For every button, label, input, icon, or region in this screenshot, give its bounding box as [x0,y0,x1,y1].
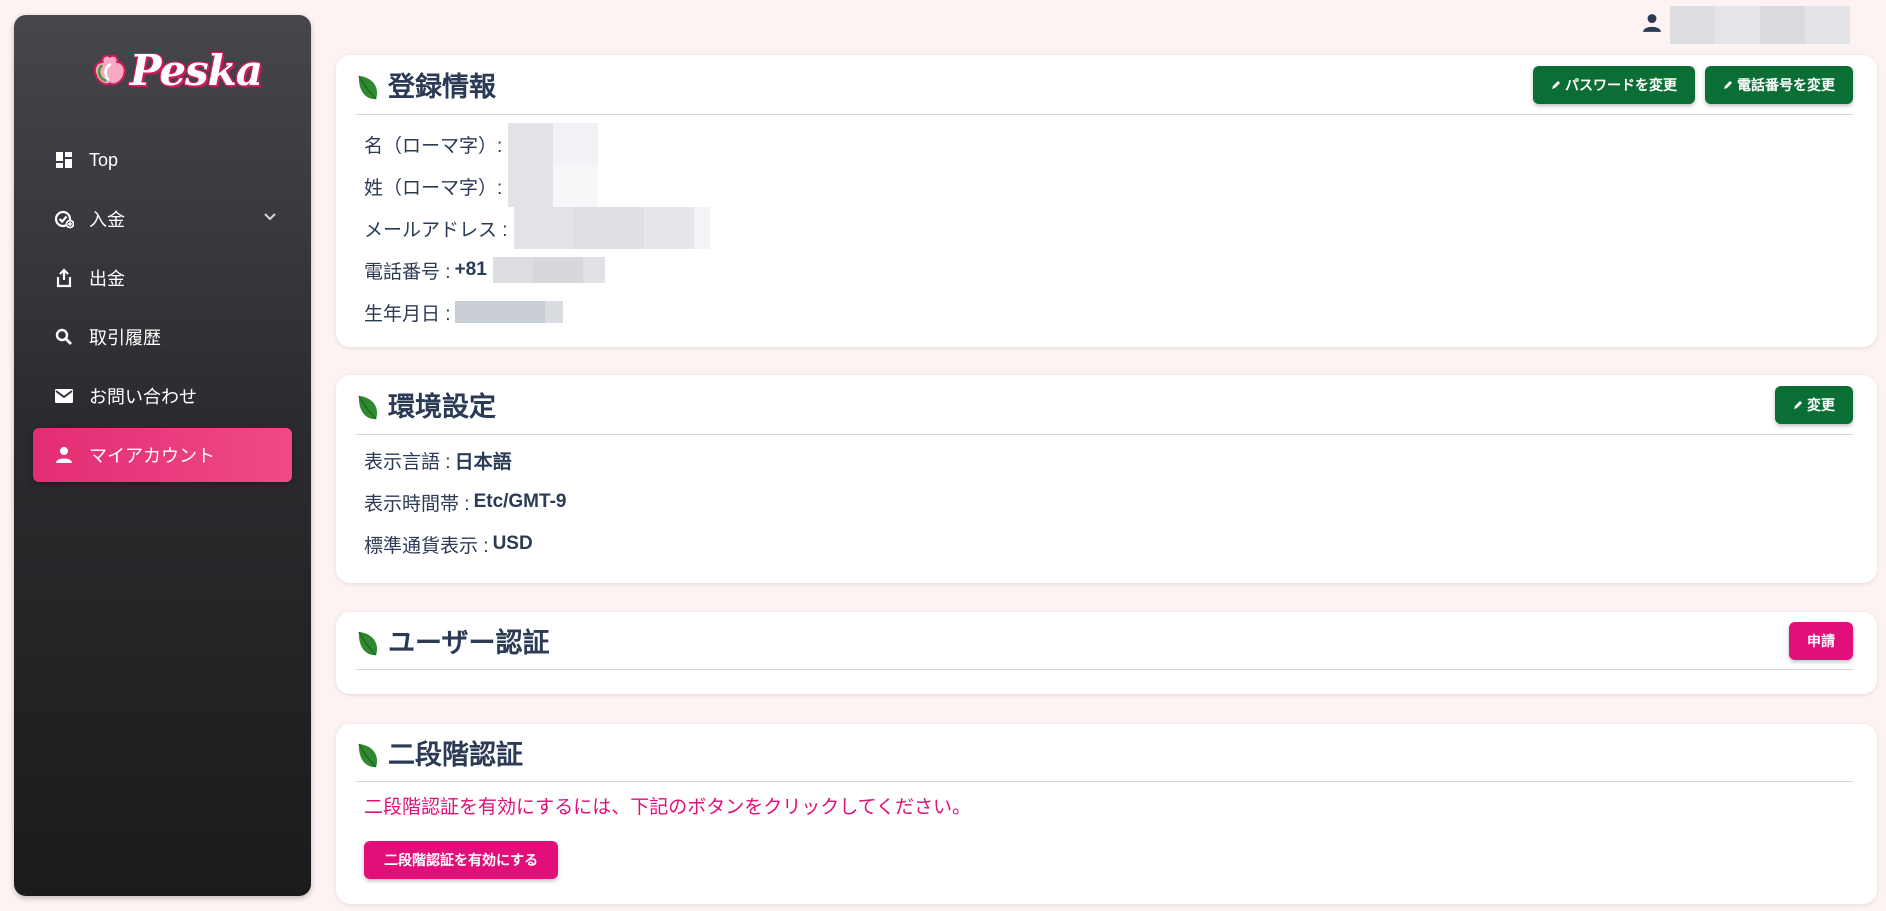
peach-logo-icon [93,54,126,86]
currency-row: 標準通貨表示 : USD [364,523,1853,565]
leaf-icon [358,631,378,656]
withdraw-icon [53,267,75,289]
user-verification-actions: 申請 [1789,621,1853,660]
button-label: 申請 [1807,632,1835,649]
leaf-icon [358,75,378,100]
user-verification-card: ユーザー認証 申請 [336,612,1877,694]
sidebar-item-label: お問い合わせ [89,387,197,407]
two-factor-message: 二段階認証を有効にするには、下記のボタンをクリックしてください。 [364,797,972,818]
sidebar-item-history[interactable]: 取引履歴 [33,310,292,364]
phone-prefix: +81 [454,259,487,280]
redacted-last-name [508,165,599,207]
field-label: 電話番号 : [364,261,451,283]
sidebar-item-label: Top [89,149,119,170]
user-icon [53,444,75,466]
two-factor-card: 二段階認証 二段階認証を有効にするには、下記のボタンをクリックしてください。 二… [336,724,1877,904]
last-name-row: 姓（ローマ字）: [364,165,1853,207]
card-title: ユーザー認証 [388,628,550,658]
language-value: 日本語 [454,451,512,473]
sidebar-item-label: マイアカウント [89,446,215,466]
sidebar-item-label: 取引履歴 [89,328,161,348]
field-label: 表示言語 : [364,451,451,473]
pencil-icon [1551,77,1561,93]
sidebar: Peska Top 入金 出金 取引履歴 お問い合わせ マイアカウント [14,15,311,896]
sidebar-item-deposit[interactable]: 入金 [33,192,292,246]
registration-card: 登録情報 パスワードを変更 電話番号を変更 名（ローマ字）: 姓（ローマ字）: … [336,55,1877,347]
registration-actions: パスワードを変更 電話番号を変更 [1533,65,1853,104]
user-menu[interactable] [1642,6,1850,44]
environment-actions: 変更 [1775,385,1853,424]
sidebar-item-label: 入金 [89,210,125,230]
field-label: 名（ローマ字）: [364,135,503,157]
registration-header: 登録情報 パスワードを変更 電話番号を変更 [356,55,1853,115]
field-label: 標準通貨表示 : [364,535,489,557]
sidebar-nav: Top 入金 出金 取引履歴 お問い合わせ マイアカウント [14,133,311,487]
redacted-username [1670,6,1850,44]
email-row: メールアドレス : [364,207,1853,249]
timezone-value: Etc/GMT-9 [473,491,567,512]
deposit-icon [53,208,75,230]
user-icon [1642,13,1662,38]
language-row: 表示言語 : 日本語 [364,439,1853,481]
timezone-row: 表示時間帯 : Etc/GMT-9 [364,481,1853,523]
button-label: パスワードを変更 [1565,76,1677,93]
change-settings-button[interactable]: 変更 [1775,385,1853,424]
button-label: 電話番号を変更 [1737,76,1835,93]
card-title: 環境設定 [388,392,496,422]
field-label: 生年月日 : [364,303,451,325]
card-title: 二段階認証 [388,740,523,770]
registration-fields: 名（ローマ字）: 姓（ローマ字）: メールアドレス : 電話番号 : +81 生… [364,123,1853,333]
redacted-email [513,207,710,249]
user-verification-header: ユーザー認証 申請 [356,612,1853,670]
field-label: メールアドレス : [364,219,508,241]
first-name-row: 名（ローマ字）: [364,123,1853,165]
sidebar-item-top[interactable]: Top [33,133,292,187]
environment-header: 環境設定 変更 [356,375,1853,435]
change-password-button[interactable]: パスワードを変更 [1533,65,1695,104]
brand-logo[interactable]: Peska [92,41,263,99]
enable-two-factor-button[interactable]: 二段階認証を有効にする [364,841,559,879]
search-icon [53,326,75,348]
button-label: 変更 [1807,396,1835,413]
leaf-icon [358,743,378,768]
brand-name: Peska [129,45,263,95]
dashboard-icon [53,149,75,171]
environment-card: 環境設定 変更 表示言語 : 日本語 表示時間帯 : Etc/GMT-9 標準通… [336,375,1877,583]
pencil-icon [1793,397,1803,413]
field-label: 表示時間帯 : [364,493,470,515]
sidebar-item-label: 出金 [89,269,125,289]
environment-fields: 表示言語 : 日本語 表示時間帯 : Etc/GMT-9 標準通貨表示 : US… [364,439,1853,565]
sidebar-item-my-account[interactable]: マイアカウント [33,428,292,482]
redacted-birthday [454,301,563,323]
two-factor-body: 二段階認証を有効にするには、下記のボタンをクリックしてください。 二段階認証を有… [364,792,1853,879]
field-label: 姓（ローマ字）: [364,177,503,199]
redacted-first-name [508,123,599,165]
leaf-icon [358,395,378,420]
birthday-row: 生年月日 : [364,291,1853,333]
sidebar-item-withdraw[interactable]: 出金 [33,251,292,305]
phone-row: 電話番号 : +81 [364,249,1853,291]
card-title: 登録情報 [388,72,496,102]
redacted-phone [492,257,605,283]
pencil-icon [1723,77,1733,93]
button-label: 二段階認証を有効にする [384,852,539,868]
mail-icon [53,385,75,407]
two-factor-header: 二段階認証 [356,724,1853,782]
apply-verification-button[interactable]: 申請 [1789,621,1853,660]
currency-value: USD [492,533,533,554]
chevron-down-icon[interactable] [262,209,278,230]
change-phone-button[interactable]: 電話番号を変更 [1705,65,1853,104]
sidebar-item-contact[interactable]: お問い合わせ [33,369,292,423]
